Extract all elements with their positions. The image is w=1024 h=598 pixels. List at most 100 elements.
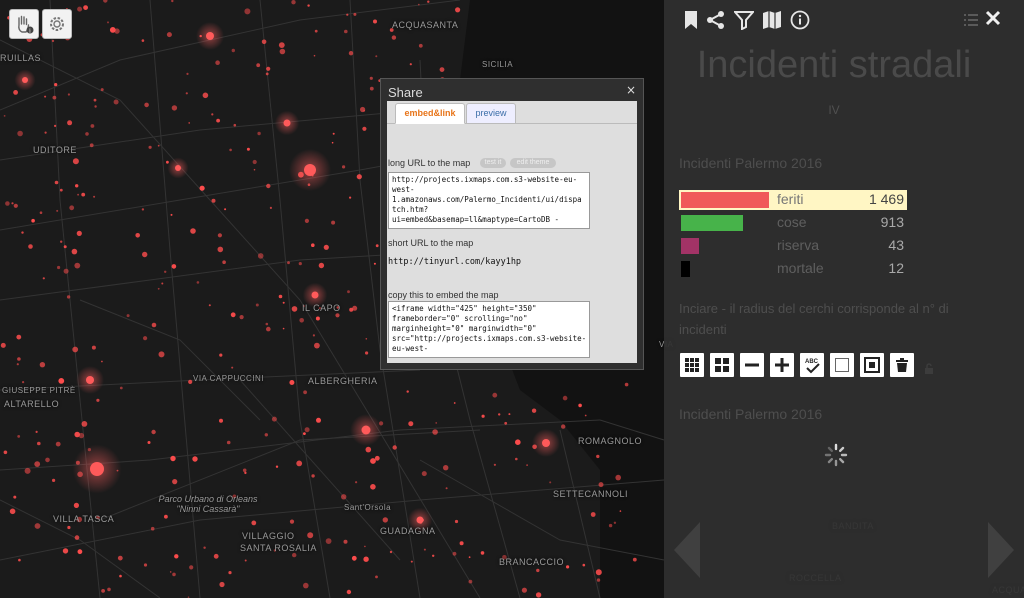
bookmark-icon[interactable] <box>684 10 698 30</box>
incident-dot <box>312 334 315 337</box>
grid-small-button[interactable] <box>680 353 704 377</box>
incident-dot <box>498 413 501 416</box>
list-icon[interactable] <box>964 12 978 32</box>
incident-dot <box>596 578 601 582</box>
section-title: Incidenti Palermo 2016 <box>679 155 823 171</box>
long-url-field[interactable]: http://projects.ixmaps.com.s3-website-eu… <box>388 172 590 229</box>
settings-button[interactable] <box>42 9 72 39</box>
incident-dot <box>54 83 58 87</box>
incident-dot <box>13 495 17 499</box>
grid-large-button[interactable] <box>710 353 734 377</box>
legend-row[interactable]: feriti 1 469 <box>679 190 907 210</box>
incident-dot <box>107 21 109 24</box>
legend-bar <box>681 261 690 277</box>
incident-cluster <box>304 164 316 176</box>
incident-dot <box>91 345 96 350</box>
incident-dot <box>278 294 283 299</box>
place-label: RUILLAS <box>0 53 42 63</box>
incident-dot <box>17 435 21 438</box>
panel-subtitle: IV <box>828 103 840 117</box>
place-label: BRANCACCIO <box>499 557 565 567</box>
dialog-close-button[interactable]: × <box>626 83 636 97</box>
previous-arrow[interactable] <box>674 522 700 578</box>
incident-dot <box>157 287 160 290</box>
tab-preview[interactable]: preview <box>466 103 516 124</box>
incident-dot <box>85 132 89 136</box>
incident-dot <box>341 494 347 500</box>
incident-dot <box>389 550 393 554</box>
incident-dot <box>549 481 552 484</box>
incident-dot <box>257 131 261 136</box>
incident-dot <box>307 532 314 539</box>
share-icon[interactable] <box>706 10 726 30</box>
incident-dot <box>76 230 82 236</box>
place-label: ROMAGNOLO <box>578 436 643 446</box>
zoom-in-button[interactable] <box>770 353 794 377</box>
incident-dot <box>242 468 247 473</box>
close-icon[interactable] <box>985 10 1001 30</box>
incident-dot <box>595 569 602 576</box>
incident-dot <box>141 39 145 42</box>
incident-dot <box>526 464 528 466</box>
incident-dot <box>349 196 352 199</box>
zoom-out-button[interactable] <box>740 353 764 377</box>
incident-dot <box>278 42 285 48</box>
embed-code-field[interactable]: <iframe width="425" height="350" framebo… <box>388 301 590 358</box>
dialog-title: Share <box>388 85 423 100</box>
incident-dot <box>39 362 46 368</box>
incident-dot <box>190 228 196 234</box>
incident-dot <box>67 120 73 126</box>
incident-dot <box>423 548 426 551</box>
incident-dot <box>291 306 298 312</box>
edit-theme-button[interactable]: edit theme <box>510 158 556 168</box>
incident-dot <box>325 538 332 544</box>
incident-dot <box>370 484 376 490</box>
incident-dot <box>265 72 269 76</box>
square-button[interactable] <box>830 353 854 377</box>
incident-cluster <box>206 32 214 40</box>
trash-button[interactable] <box>890 353 914 377</box>
incident-dot <box>421 471 427 477</box>
info-mode-button[interactable]: i <box>9 9 39 39</box>
incident-dot <box>561 424 566 429</box>
incident-dot <box>219 581 225 588</box>
incident-dot <box>613 521 617 524</box>
incident-cluster <box>86 376 94 384</box>
incident-dot <box>169 571 172 573</box>
incident-dot <box>51 39 55 43</box>
loading-spinner-icon <box>824 443 848 471</box>
target-square-button[interactable] <box>860 353 884 377</box>
incident-dot <box>331 220 336 225</box>
legend-value: 12 <box>888 260 904 276</box>
next-arrow[interactable] <box>988 522 1014 578</box>
incident-dot <box>536 568 540 573</box>
share-dialog: Share × embed&link preview long URL to t… <box>380 78 644 370</box>
incident-dot <box>63 268 69 274</box>
incident-dot <box>303 390 307 395</box>
filter-icon[interactable] <box>732 10 756 31</box>
incident-dot <box>289 380 295 385</box>
incident-dot <box>349 307 354 312</box>
short-url-value[interactable]: http://tinyurl.com/kayy1hp <box>388 257 521 267</box>
map-icon[interactable] <box>762 10 782 30</box>
incident-dot <box>211 113 214 116</box>
street-label: VIA CAPPUCCINI <box>193 374 265 383</box>
test-it-button[interactable]: test it <box>480 158 506 168</box>
incident-dot <box>264 433 268 437</box>
legend-row[interactable]: mortale 12 <box>679 259 907 279</box>
legend-row[interactable]: cose 913 <box>679 213 907 233</box>
lock-icon[interactable] <box>924 360 936 379</box>
incident-dot <box>375 575 378 579</box>
incident-dot <box>199 185 205 191</box>
info-icon[interactable] <box>790 10 810 30</box>
incident-dot <box>57 265 61 270</box>
spellcheck-button[interactable]: ABC <box>800 353 824 377</box>
incident-dot <box>172 572 176 577</box>
legend-row[interactable]: riserva 43 <box>679 236 907 256</box>
incident-dot <box>164 514 168 519</box>
incident-dot <box>521 587 528 593</box>
incident-dot <box>73 502 79 508</box>
incident-dot <box>233 123 237 127</box>
incident-dot <box>219 418 223 423</box>
tab-embed-link[interactable]: embed&link <box>395 103 465 124</box>
